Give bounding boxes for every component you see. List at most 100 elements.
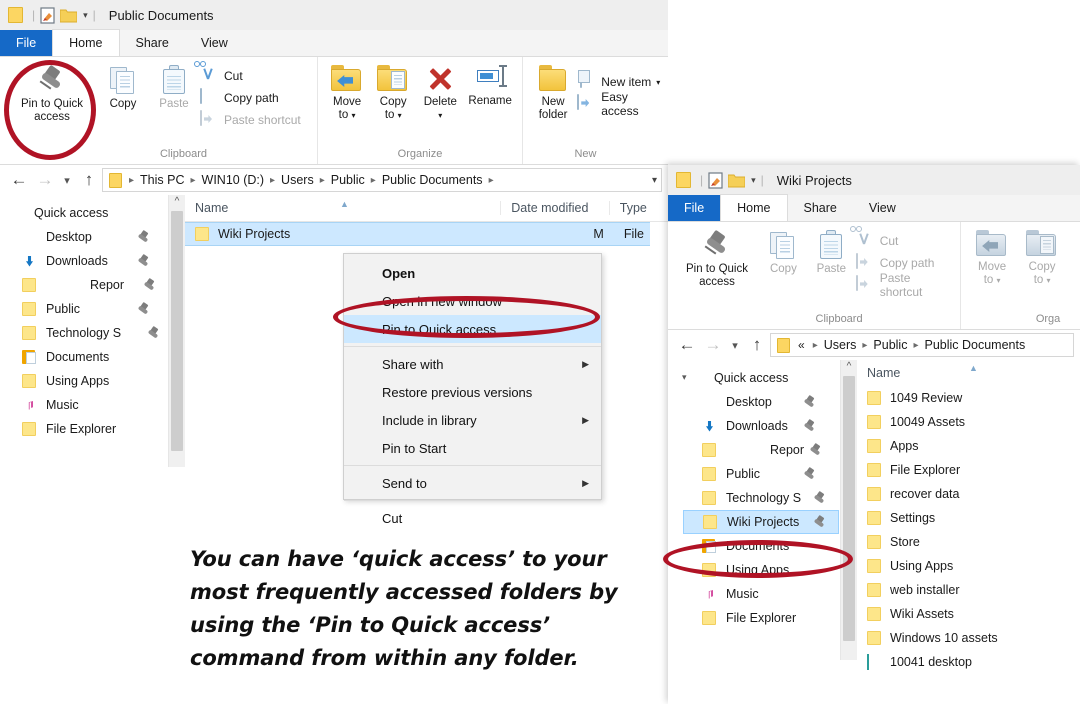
tab-view[interactable]: View [185,30,244,56]
breadcrumb-overflow-icon[interactable]: « [794,338,809,352]
breadcrumb-item-4[interactable]: Public Documents [380,173,485,187]
breadcrumb-item-0[interactable]: This PC [138,173,186,187]
nav-item-public[interactable]: Public [682,462,840,486]
move-to-button[interactable]: Move to ▾ [967,226,1017,287]
address-dropdown-icon[interactable]: ▾ [648,175,657,186]
chevron-down-icon[interactable]: ▾ [83,10,88,21]
table-row[interactable]: Using Apps [857,554,1080,578]
table-row[interactable]: Settings [857,506,1080,530]
move-to-button[interactable]: Move to ▾ [324,61,370,122]
column-header-name[interactable]: Name ▲ [185,199,500,215]
column-headers[interactable]: Name ▲ Date modified Type [185,195,668,222]
delete-caret-icon[interactable]: ▾ [438,111,442,120]
table-row[interactable]: 10049 Assets [857,410,1080,434]
context-menu-item-open[interactable]: Open [344,259,601,287]
breadcrumb[interactable]: « ▸ Users ▸ Public ▸ Public Documents [770,333,1074,357]
nav-item-quick-access[interactable]: Quick access [0,201,168,225]
cut-button[interactable]: Cut [194,61,301,87]
scroll-up-icon[interactable]: ^ [841,360,857,374]
front-window-nav-pane[interactable]: ▾ Quick access Desktop Downloads Repor P… [668,360,840,697]
column-header-name[interactable]: Name ▲ [857,363,1057,380]
breadcrumb-item-2[interactable]: Users [279,173,316,187]
nav-item-using-apps[interactable]: Using Apps [682,558,840,582]
up-button[interactable]: ↑ [744,335,770,355]
scrollbar-thumb[interactable] [171,211,183,451]
nav-item-repor[interactable]: Repor [0,273,168,297]
table-row[interactable]: Windows 10 assets [857,626,1080,650]
nav-pane-scrollbar[interactable]: ^ [168,195,185,467]
nav-item-music[interactable]: Music [682,582,840,606]
nav-pane-scrollbar[interactable]: ^ [840,360,857,660]
pin-to-quick-access-button[interactable]: Pin to Quick access [674,226,760,289]
front-window-file-list[interactable]: Name ▲ 1049 Review 10049 Assets Apps File E… [857,360,1080,697]
context-menu[interactable]: Open Open in new window Pin to Quick acc… [343,253,602,526]
up-button[interactable]: ↑ [76,170,102,190]
column-headers[interactable]: Name ▲ [857,360,1080,386]
new-item-caret-icon[interactable]: ▾ [656,78,660,87]
table-row[interactable]: File Explorer [857,458,1080,482]
forward-button[interactable]: → [32,170,58,190]
nav-item-documents[interactable]: Documents [682,534,840,558]
nav-item-public[interactable]: Public [0,297,168,321]
properties-icon[interactable] [40,6,56,24]
context-menu-item-include-in-library[interactable]: Include in library ▶ [344,406,601,434]
nav-item-wiki-projects[interactable]: Wiki Projects [683,510,839,534]
copy-to-button[interactable]: Copy to ▾ [1017,226,1067,287]
copy-to-button[interactable]: Copy to ▾ [370,61,416,122]
nav-item-technology-s[interactable]: Technology S [0,321,168,345]
nav-item-technology-s[interactable]: Technology S [682,486,840,510]
tab-view[interactable]: View [853,195,912,221]
new-folder-icon[interactable] [59,8,78,23]
front-window-titlebar[interactable]: | ▾ | Wiki Projects [668,165,1080,195]
back-button[interactable]: ← [6,170,32,190]
tab-file[interactable]: File [668,195,721,221]
delete-button[interactable]: Delete ▾ [416,61,464,122]
tab-share[interactable]: Share [120,30,185,56]
breadcrumb-item-3[interactable]: Public [329,173,367,187]
scroll-up-icon[interactable]: ^ [169,195,185,209]
paste-shortcut-button[interactable]: Paste shortcut [200,109,301,131]
tab-home[interactable]: Home [52,29,120,56]
tab-home[interactable]: Home [720,194,788,221]
context-menu-item-pin-to-start[interactable]: Pin to Start [344,434,601,462]
pin-to-quick-access-button[interactable]: Pin to Quick access [6,61,98,124]
back-window-address-bar[interactable]: ← → ▾ ↑ ▸ This PC ▸ WIN10 (D:) ▸ Users ▸… [0,165,668,195]
table-row[interactable]: 1049 Review [857,386,1080,410]
back-window-titlebar[interactable]: | ▾ | Public Documents [0,0,668,30]
properties-icon[interactable] [708,171,724,189]
nav-item-documents[interactable]: Documents [0,345,168,369]
breadcrumb-item-1[interactable]: WIN10 (D:) [200,173,267,187]
front-window-ribbon[interactable]: Pin to Quick access Copy Paste Cut Copy … [668,222,1080,330]
context-menu-item-restore-previous-versions[interactable]: Restore previous versions [344,378,601,406]
paste-button[interactable]: Paste [148,61,200,111]
nav-item-file-explorer[interactable]: File Explorer [0,417,168,441]
context-menu-item-share-with[interactable]: Share with ▶ [344,350,601,378]
table-row[interactable]: Apps [857,434,1080,458]
back-window-ribbon[interactable]: Pin to Quick access Copy Paste Cut Copy … [0,57,668,165]
new-folder-icon[interactable] [727,173,746,188]
move-to-caret-icon[interactable]: ▾ [351,111,355,120]
context-menu-item-cut[interactable]: Cut [344,504,601,532]
breadcrumb-item-1[interactable]: Public [871,338,909,352]
nav-item-downloads[interactable]: Downloads [0,249,168,273]
new-folder-button[interactable]: New folder [529,61,577,122]
nav-item-file-explorer[interactable]: File Explorer [682,606,840,630]
nav-item-quick-access[interactable]: ▾ Quick access [682,366,840,390]
copy-to-caret-icon[interactable]: ▾ [398,111,402,120]
back-window-nav-pane[interactable]: Quick access Desktop Downloads Repor Pub… [0,195,168,500]
easy-access-button[interactable]: Easy access [577,90,662,118]
nav-item-desktop[interactable]: Desktop [0,225,168,249]
copy-path-button[interactable]: Copy path [200,87,301,109]
nav-item-desktop[interactable]: Desktop [682,390,840,414]
table-row[interactable]: Wiki Assets [857,602,1080,626]
chevron-down-icon[interactable]: ▾ [682,372,687,383]
paste-button[interactable]: Paste [807,226,856,276]
nav-item-downloads[interactable]: Downloads [682,414,840,438]
front-window-address-bar[interactable]: ← → ▾ ↑ « ▸ Users ▸ Public ▸ Public Docu… [668,330,1080,360]
breadcrumb[interactable]: ▸ This PC ▸ WIN10 (D:) ▸ Users ▸ Public … [102,168,662,192]
tab-file[interactable]: File [0,30,53,56]
context-menu-item-pin-to-quick-access[interactable]: Pin to Quick access [344,315,601,343]
table-row[interactable]: web installer [857,578,1080,602]
paste-shortcut-button[interactable]: Paste shortcut [855,271,954,299]
table-row[interactable]: 10041 desktop [857,650,1080,674]
